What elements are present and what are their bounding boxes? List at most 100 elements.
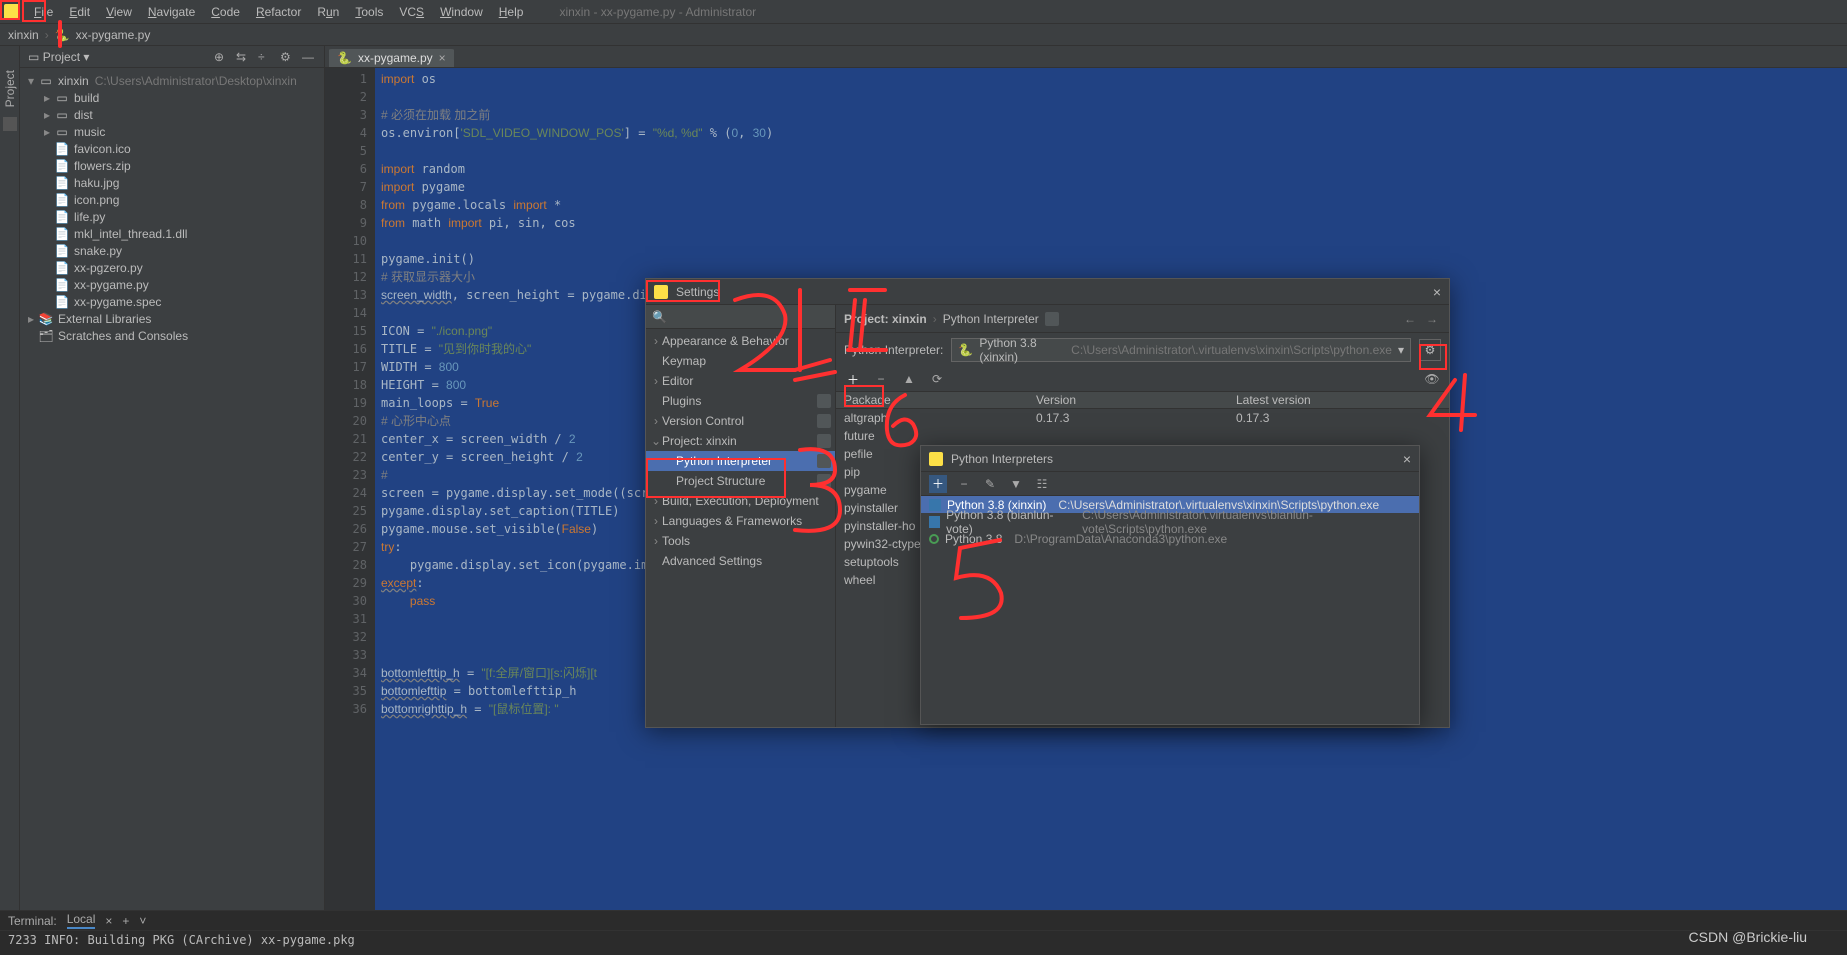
remove-interpreter-button[interactable]: − xyxy=(955,475,973,493)
settings-category[interactable]: Project Structure xyxy=(646,471,835,491)
settings-search-input[interactable] xyxy=(667,310,829,324)
menu-run[interactable]: Run xyxy=(311,3,345,21)
package-row[interactable]: future xyxy=(836,427,1449,445)
tree-arrow-icon: ▸ xyxy=(24,312,38,326)
interpreter-row[interactable]: Python 3.8 (bianlun-vote)C:\Users\Admini… xyxy=(921,513,1419,530)
add-interpreter-button[interactable]: ＋ xyxy=(929,475,947,493)
menu-refactor[interactable]: Refactor xyxy=(250,3,307,21)
col-package[interactable]: Package xyxy=(836,393,1036,407)
editor-tabs: 🐍 xx-pygame.py × xyxy=(325,46,1847,68)
terminal-tab-local[interactable]: Local xyxy=(67,912,96,929)
bc-project[interactable]: Project: xinxin xyxy=(844,312,927,326)
package-row[interactable]: altgraph0.17.30.17.3 xyxy=(836,409,1449,427)
collapse-all-icon[interactable]: ÷ xyxy=(258,50,272,64)
tree-row[interactable]: ▸📚External Libraries xyxy=(20,310,324,327)
menu-code[interactable]: Code xyxy=(205,3,246,21)
settings-search[interactable]: 🔍 xyxy=(646,305,835,329)
category-label: Build, Execution, Deployment xyxy=(662,494,819,508)
tree-label: dist xyxy=(74,108,93,122)
tree-row[interactable]: 📄xx-pygame.py xyxy=(20,276,324,293)
tree-row[interactable]: 📄favicon.ico xyxy=(20,140,324,157)
tree-row[interactable]: 🗂Scratches and Consoles xyxy=(20,327,324,344)
col-latest[interactable]: Latest version xyxy=(1236,393,1449,407)
line-gutter[interactable]: 1234567891011121314151617181920212223242… xyxy=(325,68,375,935)
menu-edit[interactable]: Edit xyxy=(63,3,96,21)
close-tab-icon[interactable]: × xyxy=(439,51,446,65)
python-file-icon: 🐍 xyxy=(55,28,70,42)
hide-icon[interactable]: — xyxy=(302,50,316,64)
close-dialog-icon[interactable]: × xyxy=(1403,451,1411,467)
settings-category[interactable]: ›Editor xyxy=(646,371,835,391)
nav-fwd-icon[interactable]: → xyxy=(1423,310,1441,328)
menu-file[interactable]: File xyxy=(28,3,59,21)
select-opened-file-icon[interactable]: ⊕ xyxy=(214,50,228,64)
remove-package-button[interactable]: − xyxy=(872,370,890,388)
folder-icon: ▭ xyxy=(28,50,39,64)
project-tool-button[interactable]: Project xyxy=(3,66,17,111)
settings-category[interactable]: ›Languages & Frameworks xyxy=(646,511,835,531)
tree-label: snake.py xyxy=(74,244,122,258)
show-early-releases-button[interactable]: 👁 xyxy=(1423,370,1441,388)
category-label: Keymap xyxy=(662,354,706,368)
settings-category[interactable]: Keymap xyxy=(646,351,835,371)
file-icon: ▭ xyxy=(54,91,70,105)
category-label: Version Control xyxy=(662,414,744,428)
project-tree[interactable]: ▾▭xinxinC:\Users\Administrator\Desktop\x… xyxy=(20,68,324,955)
settings-category[interactable]: ⌄Project: xinxin xyxy=(646,431,835,451)
terminal-add-icon[interactable]: + xyxy=(122,914,129,928)
menu-vcs[interactable]: VCS xyxy=(393,3,430,21)
close-dialog-icon[interactable]: × xyxy=(1433,284,1441,300)
expand-all-icon[interactable]: ⇆ xyxy=(236,50,250,64)
tree-row[interactable]: 📄xx-pgzero.py xyxy=(20,259,324,276)
tree-row[interactable]: ▸▭dist xyxy=(20,106,324,123)
nav-back-icon[interactable]: ← xyxy=(1401,310,1419,328)
terminal-close-icon[interactable]: × xyxy=(105,914,112,928)
settings-category[interactable]: ›Tools xyxy=(646,531,835,551)
tree-row[interactable]: 📄flowers.zip xyxy=(20,157,324,174)
menu-view[interactable]: View xyxy=(100,3,138,21)
tree-row[interactable]: ▸▭music xyxy=(20,123,324,140)
tree-label: favicon.ico xyxy=(74,142,131,156)
tree-row[interactable]: 📄snake.py xyxy=(20,242,324,259)
interpreter-gear-button[interactable]: ⚙ xyxy=(1419,339,1441,361)
crumb-root[interactable]: xinxin xyxy=(8,28,39,42)
col-version[interactable]: Version xyxy=(1036,393,1236,407)
menu-window[interactable]: Window xyxy=(434,3,489,21)
structure-tool-icon[interactable] xyxy=(3,117,17,131)
menu-help[interactable]: Help xyxy=(493,3,530,21)
settings-category[interactable]: Plugins xyxy=(646,391,835,411)
file-icon: 📄 xyxy=(54,210,70,224)
menu-navigate[interactable]: Navigate xyxy=(142,3,201,21)
settings-category[interactable]: Python Interpreter xyxy=(646,451,835,471)
settings-category[interactable]: ›Appearance & Behavior xyxy=(646,331,835,351)
terminal-chevron-icon[interactable]: ˅ xyxy=(139,914,146,928)
refresh-packages-button[interactable]: ⟳ xyxy=(928,370,946,388)
project-tool-title: Project ▾ xyxy=(43,50,206,64)
python-icon: 🐍 xyxy=(958,343,973,357)
settings-category[interactable]: Advanced Settings xyxy=(646,551,835,571)
tree-row[interactable]: 📄life.py xyxy=(20,208,324,225)
settings-category[interactable]: ›Build, Execution, Deployment xyxy=(646,491,835,511)
tree-row[interactable]: ▾▭xinxinC:\Users\Administrator\Desktop\x… xyxy=(20,72,324,89)
menu-tools[interactable]: Tools xyxy=(349,3,389,21)
edit-interpreter-button[interactable]: ✎ xyxy=(981,475,999,493)
interpreter-combo[interactable]: 🐍 Python 3.8 (xinxin) C:\Users\Administr… xyxy=(951,338,1411,362)
show-paths-button[interactable]: ☷ xyxy=(1033,475,1051,493)
editor-tab[interactable]: 🐍 xx-pygame.py × xyxy=(329,47,454,67)
settings-category[interactable]: ›Version Control xyxy=(646,411,835,431)
tree-row[interactable]: 📄haku.jpg xyxy=(20,174,324,191)
file-icon: 📄 xyxy=(54,295,70,309)
tree-row[interactable]: 📄mkl_intel_thread.1.dll xyxy=(20,225,324,242)
settings-icon[interactable]: ⚙ xyxy=(280,50,294,64)
add-package-button[interactable]: ＋ xyxy=(844,370,862,388)
tree-row[interactable]: ▸▭build xyxy=(20,89,324,106)
filter-interpreter-button[interactable]: ▼ xyxy=(1007,475,1025,493)
nav-breadcrumb: xinxin › 🐍 xx-pygame.py xyxy=(0,24,1847,46)
terminal-output[interactable]: 7233 INFO: Building PKG (CArchive) xx-py… xyxy=(0,931,1847,949)
crumb-file[interactable]: xx-pygame.py xyxy=(76,28,151,42)
pkg-name: future xyxy=(836,429,1036,443)
upgrade-package-button[interactable]: ▲ xyxy=(900,370,918,388)
tree-row[interactable]: 📄icon.png xyxy=(20,191,324,208)
tree-row[interactable]: 📄xx-pygame.spec xyxy=(20,293,324,310)
bc-interpreter: Python Interpreter xyxy=(943,312,1039,326)
